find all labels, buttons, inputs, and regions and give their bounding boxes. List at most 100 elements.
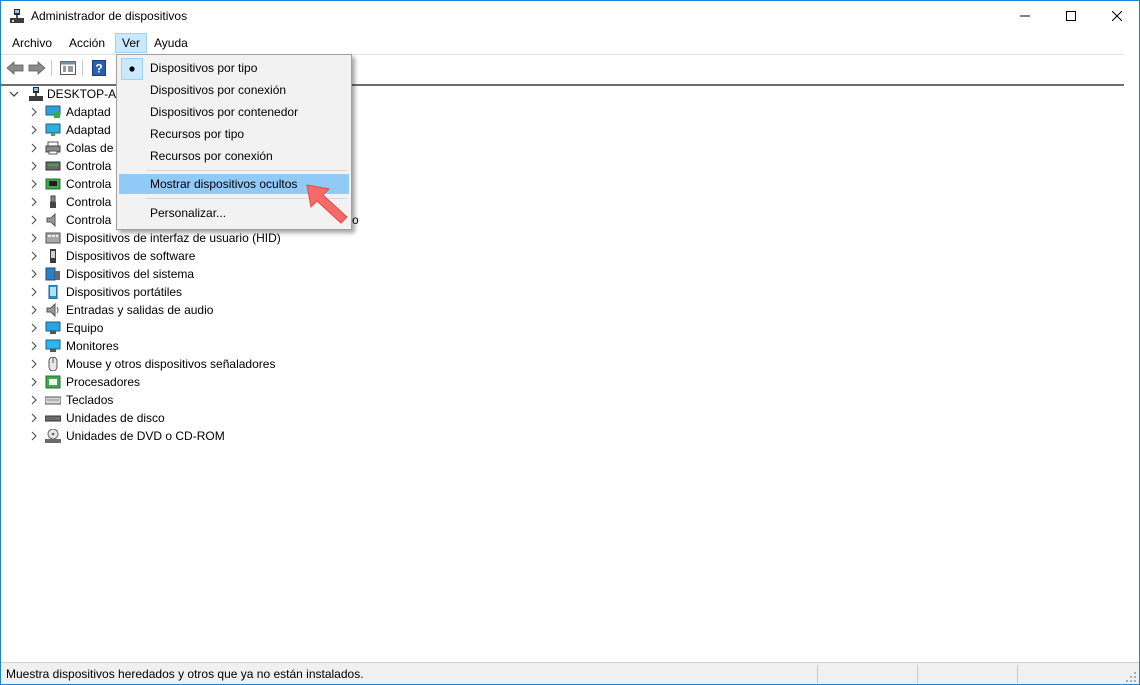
tree-item[interactable]: Unidades de DVD o CD-ROM (1, 427, 401, 445)
back-arrow-icon (6, 61, 24, 75)
expand-arrow-icon[interactable] (29, 121, 39, 139)
menu-item-dispositivos-por-conexion[interactable]: Dispositivos por conexión (119, 80, 349, 100)
status-text: Muestra dispositivos heredados y otros q… (6, 667, 364, 681)
toolbar-separator (82, 60, 83, 76)
window-title: Administrador de dispositivos (31, 9, 188, 23)
expand-arrow-icon[interactable] (29, 157, 39, 175)
dvd-drive-icon (45, 429, 61, 443)
disk-drive-icon (45, 415, 61, 422)
tree-item-label-fragment: o (352, 213, 359, 227)
annotation-arrow-icon (306, 184, 348, 224)
status-divider (1017, 665, 1018, 683)
resize-grip-icon[interactable] (1125, 671, 1137, 683)
menu-separator (147, 170, 347, 171)
menu-item-label: Recursos por tipo (150, 127, 245, 141)
tree-item-label: Dispositivos portátiles (66, 285, 183, 299)
menu-archivo[interactable]: Archivo (6, 34, 58, 52)
network-adapter-icon (45, 105, 61, 118)
tree-item-label: Controla (66, 177, 112, 191)
forward-button[interactable] (27, 58, 47, 78)
expand-arrow-icon[interactable] (29, 265, 39, 283)
audio-io-icon (46, 303, 59, 317)
tree-item-label: Teclados (66, 393, 114, 407)
sound-controller-icon (46, 213, 56, 227)
tree-item[interactable]: Entradas y salidas de audio (1, 301, 401, 319)
toolbar-separator (51, 60, 52, 76)
tree-item-label: Dispositivos de interfaz de usuario (HID… (66, 231, 281, 245)
maximize-button[interactable] (1048, 1, 1094, 31)
tree-item-label: Adaptad (66, 105, 111, 119)
expand-arrow-icon[interactable] (29, 211, 39, 229)
keyboard-icon (45, 396, 61, 405)
collapse-arrow-icon[interactable] (9, 85, 19, 103)
expand-arrow-icon[interactable] (29, 319, 39, 337)
tree-item[interactable]: Mouse y otros dispositivos señaladores (1, 355, 401, 373)
tree-item[interactable]: Dispositivos de interfaz de usuario (HID… (1, 229, 401, 247)
print-queue-icon (45, 141, 61, 155)
minimize-icon (1020, 15, 1030, 17)
expand-arrow-icon[interactable] (29, 301, 39, 319)
tree-item[interactable]: Teclados (1, 391, 401, 409)
menu-ayuda[interactable]: Ayuda (148, 34, 194, 52)
tree-item[interactable]: Equipo (1, 319, 401, 337)
expand-arrow-icon[interactable] (29, 355, 39, 373)
tree-item[interactable]: Monitores (1, 337, 401, 355)
menu-item-label: Recursos por conexión (150, 149, 273, 163)
help-icon: ? (92, 60, 106, 76)
status-bar: Muestra dispositivos heredados y otros q… (1, 662, 1139, 684)
menu-item-label: Dispositivos por contenedor (150, 105, 299, 119)
expand-arrow-icon[interactable] (29, 373, 39, 391)
tree-item[interactable]: Unidades de disco (1, 409, 401, 427)
tree-item-label: Entradas y salidas de audio (66, 303, 214, 317)
expand-arrow-icon[interactable] (29, 175, 39, 193)
mouse-icon (48, 357, 58, 371)
expand-arrow-icon[interactable] (29, 193, 39, 211)
tree-item[interactable]: Dispositivos del sistema (1, 265, 401, 283)
minimize-button[interactable] (1002, 1, 1048, 31)
tree-item-label: Dispositivos del sistema (66, 267, 195, 281)
expand-arrow-icon[interactable] (29, 427, 39, 445)
system-device-icon (45, 267, 60, 281)
forward-arrow-icon (28, 61, 46, 75)
close-button[interactable] (1094, 1, 1139, 31)
properties-button[interactable] (58, 58, 78, 78)
expand-arrow-icon[interactable] (29, 337, 39, 355)
portable-device-icon (48, 285, 58, 299)
maximize-icon (1066, 11, 1076, 21)
menu-ver[interactable]: Ver (115, 33, 148, 53)
menu-item-dispositivos-por-tipo[interactable]: Dispositivos por tipo (119, 58, 349, 80)
expand-arrow-icon[interactable] (29, 103, 39, 121)
expand-arrow-icon[interactable] (29, 391, 39, 409)
tree-item-label: Adaptad (66, 123, 111, 137)
tree-item[interactable]: Procesadores (1, 373, 401, 391)
help-button[interactable]: ? (89, 58, 109, 78)
tree-item-label: Dispositivos de software (66, 249, 196, 263)
vertical-scrollbar[interactable] (1124, 54, 1139, 661)
menu-item-label: Dispositivos por conexión (150, 83, 287, 97)
tree-root-label: DESKTOP-AR (47, 87, 125, 101)
computer-icon (45, 321, 61, 334)
ide-controller-icon (45, 178, 61, 190)
tree-item-label: Unidades de disco (66, 411, 165, 425)
tree-item-label: Controla (66, 159, 112, 173)
menu-item-recursos-por-conexion[interactable]: Recursos por conexión (119, 146, 349, 166)
menu-item-label: Personalizar... (150, 206, 227, 220)
menu-item-dispositivos-por-contenedor[interactable]: Dispositivos por contenedor (119, 102, 349, 122)
tree-item[interactable]: Dispositivos de software (1, 247, 401, 265)
expand-arrow-icon[interactable] (29, 229, 39, 247)
back-button[interactable] (5, 58, 25, 78)
expand-arrow-icon[interactable] (29, 409, 39, 427)
hid-icon (45, 232, 61, 244)
menu-item-recursos-por-tipo[interactable]: Recursos por tipo (119, 124, 349, 144)
tree-item-label: Monitores (66, 339, 119, 353)
expand-arrow-icon[interactable] (29, 247, 39, 265)
menu-bar: Archivo Acción Ver Ayuda (1, 32, 1139, 53)
expand-arrow-icon[interactable] (29, 283, 39, 301)
expand-arrow-icon[interactable] (29, 139, 39, 157)
tree-item[interactable]: Dispositivos portátiles (1, 283, 401, 301)
title-bar[interactable]: Administrador de dispositivos (1, 1, 1139, 31)
checked-bullet-icon (121, 58, 143, 80)
menu-accion[interactable]: Acción (63, 34, 111, 52)
status-divider (917, 665, 918, 683)
tree-item-label: Controla (66, 213, 112, 227)
